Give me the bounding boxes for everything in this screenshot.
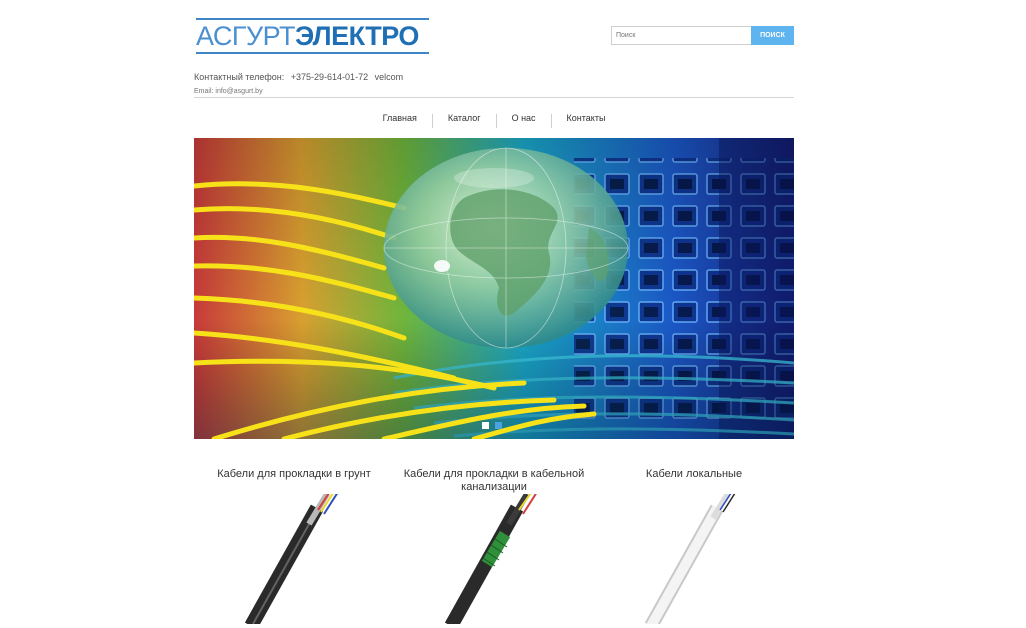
contact-phone: Контактный телефон: +375-29-614-01-72 ve… [194,72,407,82]
product-card-local-cable[interactable]: Кабели локальные [594,468,794,628]
contact-email[interactable]: Email: info@asgurt.by [194,88,263,95]
white-cable-icon [644,494,736,624]
slider-dot-2[interactable] [495,422,502,429]
slider-dots [482,422,506,430]
product-card-ground-cable[interactable]: Кабели для прокладки в грунт [194,468,394,628]
product-title: Кабели для прокладки в кабельной канализ… [403,468,585,493]
black-armored-cable-icon [244,494,338,624]
phone-operator: velcom [374,72,404,82]
phone-label: Контактный телефон: [194,72,285,82]
nav-item-contacts[interactable]: Контакты [552,110,621,126]
nav-item-catalog[interactable]: Каталог [433,110,496,126]
product-card-duct-cable[interactable]: Кабели для прокладки в кабельной канализ… [394,468,594,628]
logo-bottom-rule [196,52,429,54]
nav-item-home[interactable]: Главная [368,110,432,126]
nav-item-about[interactable]: О нас [497,110,551,126]
hero-slider[interactable] [194,138,794,439]
search-form: ПОИСК [611,26,794,45]
hero-image [194,138,794,439]
main-nav: Главная Каталог О нас Контакты [194,110,794,128]
product-title: Кабели для прокладки в грунт [217,468,371,480]
page-container: АСГУРТЭЛЕКТРО ПОИСК Контактный телефон: … [194,0,794,625]
site-logo[interactable]: АСГУРТЭЛЕКТРО [196,14,432,58]
logo-part-1: АСГУРТ [196,21,295,51]
header-divider [194,97,794,98]
logo-text: АСГУРТЭЛЕКТРО [196,20,419,52]
phone-number: +375-29-614-01-72 [290,72,369,82]
search-input[interactable] [611,26,751,45]
product-title: Кабели локальные [645,468,743,480]
black-cable-green-armor-icon [444,494,537,624]
logo-part-2: ЭЛЕКТРО [294,21,419,51]
search-button[interactable]: ПОИСК [751,26,794,45]
slider-dot-1[interactable] [482,422,489,429]
